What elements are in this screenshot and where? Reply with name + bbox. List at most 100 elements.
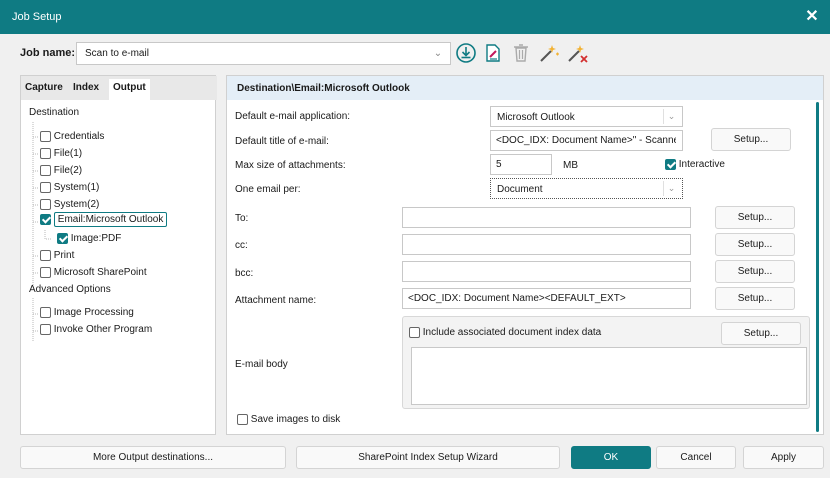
apply-button[interactable]: Apply	[743, 446, 824, 469]
trash-icon[interactable]	[510, 42, 534, 66]
image-processing-checkbox[interactable]	[40, 307, 51, 318]
tree-item-label: File(2)	[53, 165, 83, 177]
tree-item-image-pdf[interactable]: Image:PDF	[57, 233, 121, 244]
panel-header: Destination\Email:Microsoft Outlook	[227, 76, 823, 100]
include-index-label: Include associated document index data	[422, 327, 602, 339]
tree-item-label: Microsoft SharePoint	[53, 267, 147, 279]
save-images-checkbox[interactable]	[237, 414, 248, 425]
job-name-value: Scan to e-mail	[85, 48, 149, 59]
tree-item-label: System(2)	[53, 199, 100, 211]
one-email-per-label: One email per:	[235, 184, 301, 195]
chevron-down-icon[interactable]: ⌄	[430, 46, 446, 62]
tree-item-label: Image Processing	[53, 307, 134, 319]
tree-item-email-outlook[interactable]: Email:Microsoft Outlook	[40, 212, 168, 228]
tree-item-system1[interactable]: System(1)	[40, 182, 99, 193]
system1-checkbox[interactable]	[40, 182, 51, 193]
cc-setup-button[interactable]: Setup...	[715, 233, 795, 256]
magic-wand-delete-icon[interactable]	[565, 42, 589, 66]
max-size-label: Max size of attachments:	[235, 160, 346, 171]
magic-wand-icon[interactable]	[537, 42, 561, 66]
cc-label: cc:	[235, 240, 248, 251]
ok-button[interactable]: OK	[571, 446, 651, 469]
tree-item-print[interactable]: Print	[40, 250, 74, 261]
tree-item-label: System(1)	[53, 182, 100, 194]
vertical-scrollbar[interactable]	[816, 102, 819, 432]
tab-index[interactable]: Index	[73, 82, 99, 93]
default-title-setup-button[interactable]: Setup...	[711, 128, 791, 151]
title-bar: Job Setup ✕	[0, 0, 830, 34]
tree-item-label: Invoke Other Program	[53, 324, 153, 336]
panel-title: Destination\Email:Microsoft Outlook	[237, 83, 410, 94]
close-icon[interactable]: ✕	[802, 7, 822, 27]
tree-item-credentials[interactable]: Credentials	[40, 131, 104, 142]
tree-item-file2[interactable]: File(2)	[40, 165, 82, 176]
download-circle-icon[interactable]	[455, 42, 479, 66]
tree-item-label: Credentials	[53, 131, 105, 143]
default-title-value: <DOC_IDX: Document Name>" - Scanned c	[496, 135, 676, 146]
tree-item-system2[interactable]: System(2)	[40, 199, 99, 210]
cc-field[interactable]	[402, 234, 691, 255]
default-title-label: Default title of e-mail:	[235, 136, 329, 147]
tree-destination[interactable]: Destination	[29, 107, 79, 118]
tree-item-file1[interactable]: File(1)	[40, 148, 82, 159]
attachment-setup-button[interactable]: Setup...	[715, 287, 795, 310]
tree-advanced-options[interactable]: Advanced Options	[29, 284, 111, 295]
email-body-setup-button[interactable]: Setup...	[721, 322, 801, 345]
one-email-per-dropdown[interactable]: Document ⌄	[490, 178, 683, 199]
tab-output[interactable]: Output	[109, 79, 150, 100]
tab-strip: Capture Index Output	[21, 76, 217, 100]
bcc-label: bcc:	[235, 268, 254, 279]
tree-item-invoke-program[interactable]: Invoke Other Program	[40, 324, 152, 335]
image-pdf-checkbox[interactable]	[57, 233, 68, 244]
max-size-value: 5	[496, 159, 502, 170]
invoke-program-checkbox[interactable]	[40, 324, 51, 335]
default-title-field[interactable]: <DOC_IDX: Document Name>" - Scanned c	[490, 130, 683, 151]
cancel-button[interactable]: Cancel	[656, 446, 736, 469]
tab-capture[interactable]: Capture	[25, 82, 63, 93]
print-checkbox[interactable]	[40, 250, 51, 261]
tree-item-label: File(1)	[53, 148, 83, 160]
bcc-field[interactable]	[402, 261, 691, 282]
attachment-name-label: Attachment name:	[235, 295, 317, 306]
save-images-label: Save images to disk	[250, 414, 341, 426]
chevron-down-icon[interactable]: ⌄	[663, 109, 679, 124]
sharepoint-wizard-button[interactable]: SharePoint Index Setup Wizard	[296, 446, 560, 469]
tree-item-label: Print	[53, 250, 75, 262]
job-name-combobox[interactable]: Scan to e-mail ⌄	[76, 42, 451, 65]
interactive-option[interactable]: Interactive	[665, 159, 725, 170]
credentials-checkbox[interactable]	[40, 131, 51, 142]
edit-document-icon[interactable]	[482, 42, 506, 66]
to-label: To:	[235, 213, 249, 224]
to-field[interactable]	[402, 207, 691, 228]
chevron-down-icon[interactable]: ⌄	[663, 181, 679, 196]
file2-checkbox[interactable]	[40, 165, 51, 176]
email-body-label: E-mail body	[235, 359, 288, 370]
bcc-setup-button[interactable]: Setup...	[715, 260, 795, 283]
window-title: Job Setup	[12, 11, 62, 23]
interactive-label: Interactive	[678, 159, 725, 171]
one-email-per-value: Document	[497, 184, 543, 195]
attachment-name-value: <DOC_IDX: Document Name><DEFAULT_EXT>	[408, 293, 626, 304]
default-app-dropdown[interactable]: Microsoft Outlook ⌄	[490, 106, 683, 127]
tree-item-label: Image:PDF	[70, 233, 122, 245]
interactive-checkbox[interactable]	[665, 159, 676, 170]
system2-checkbox[interactable]	[40, 199, 51, 210]
email-body-group: Include associated document index data S…	[402, 316, 810, 409]
attachment-name-field[interactable]: <DOC_IDX: Document Name><DEFAULT_EXT>	[402, 288, 691, 309]
to-setup-button[interactable]: Setup...	[715, 206, 795, 229]
save-images-option[interactable]: Save images to disk	[237, 414, 340, 425]
left-panel: Capture Index Output Destination Credent…	[20, 75, 217, 435]
email-body-textarea[interactable]	[411, 347, 807, 405]
tree-item-label: Email:Microsoft Outlook	[53, 212, 168, 228]
file1-checkbox[interactable]	[40, 148, 51, 159]
tree-item-sharepoint[interactable]: Microsoft SharePoint	[40, 267, 147, 278]
job-name-label: Job name:	[20, 47, 76, 59]
include-index-option[interactable]: Include associated document index data	[409, 327, 601, 338]
tree-item-image-processing[interactable]: Image Processing	[40, 307, 134, 318]
max-size-field[interactable]: 5	[490, 154, 552, 175]
sharepoint-checkbox[interactable]	[40, 267, 51, 278]
include-index-checkbox[interactable]	[409, 327, 420, 338]
more-output-destinations-button[interactable]: More Output destinations...	[20, 446, 286, 469]
right-panel: Destination\Email:Microsoft Outlook Defa…	[226, 75, 824, 435]
email-outlook-checkbox[interactable]	[40, 214, 51, 225]
